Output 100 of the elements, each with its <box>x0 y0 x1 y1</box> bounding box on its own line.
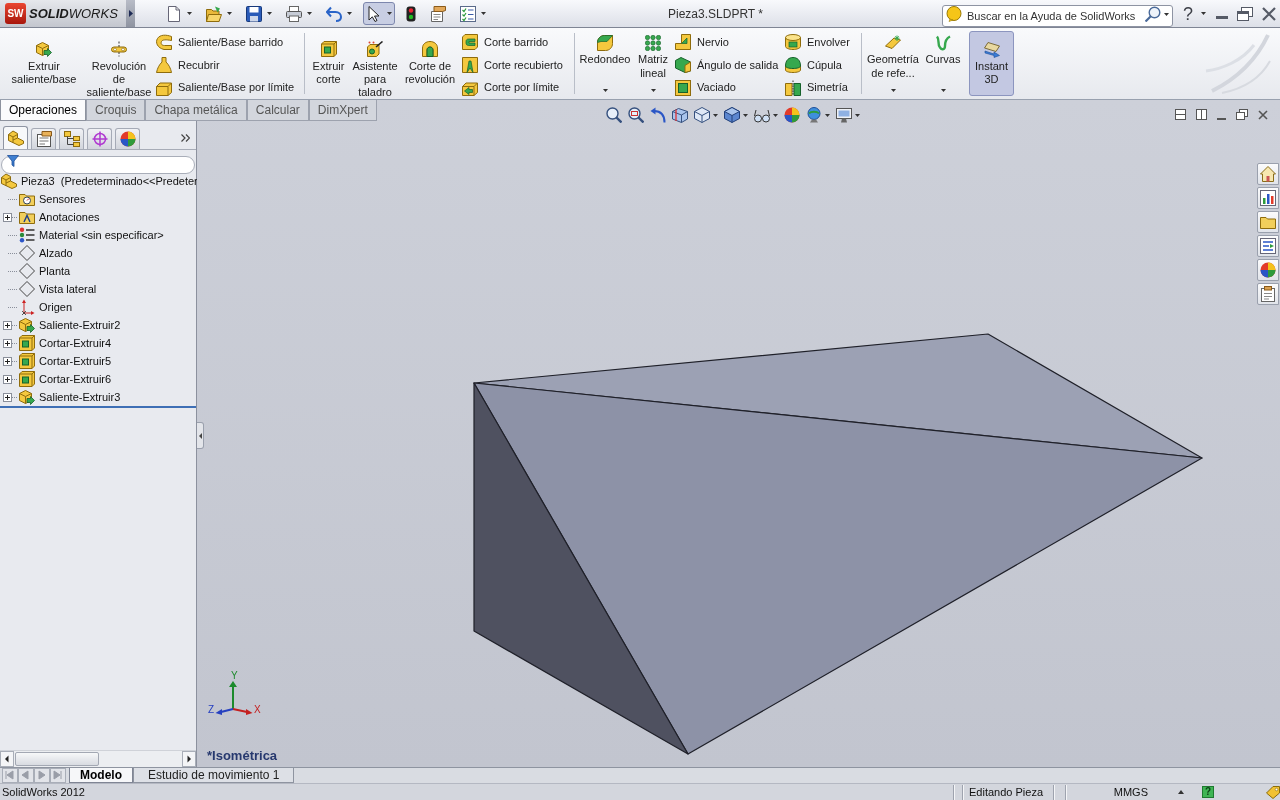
ribbon-dropdown-button[interactable]: Redondeo <box>577 28 633 99</box>
ribbon-button[interactable]: Corte barrido <box>462 31 572 54</box>
task-pane-tab[interactable] <box>1257 211 1279 233</box>
command-tab[interactable]: Calcular <box>246 100 309 121</box>
shaded-cube-icon[interactable] <box>723 107 740 123</box>
caret-down-icon[interactable] <box>824 113 830 117</box>
expand-plus-icon[interactable] <box>3 212 12 222</box>
command-tab[interactable]: Chapa metálica <box>145 100 247 121</box>
caret-down-icon[interactable] <box>267 12 272 15</box>
ribbon-button[interactable]: Extruir saliente/base <box>4 28 84 99</box>
ribbon-button[interactable]: Recubrir <box>156 53 302 77</box>
tree-item[interactable]: Saliente-Extruir2 <box>19 316 122 334</box>
panel-tab[interactable] <box>31 128 56 149</box>
section-cube-icon[interactable] <box>671 107 688 123</box>
caret-down-icon[interactable] <box>854 113 860 117</box>
ribbon-button[interactable]: Cúpula <box>785 53 859 77</box>
help-button[interactable]: ? <box>1202 786 1214 798</box>
caret-down-icon[interactable] <box>347 12 352 15</box>
caret-down-icon[interactable] <box>187 12 192 15</box>
back-arrow-icon[interactable] <box>649 107 666 123</box>
ribbon-button[interactable]: Revolución de saliente/base <box>84 28 154 99</box>
ribbon-button[interactable]: Corte por límite <box>462 76 572 99</box>
ribbon-button[interactable]: Asistente para taladro <box>350 28 400 99</box>
tree-item[interactable]: Vista lateral <box>19 280 98 298</box>
horizontal-scrollbar[interactable] <box>0 750 196 767</box>
cube-icon[interactable] <box>693 107 710 123</box>
panel-tab[interactable] <box>87 128 112 149</box>
help-search-field[interactable]: Buscar en la Ayuda de SolidWorks <box>942 4 1173 27</box>
tile-horizontal-icon[interactable] <box>1175 109 1186 120</box>
quick-access-button[interactable] <box>363 2 395 25</box>
scrollbar-thumb[interactable] <box>15 752 99 766</box>
ribbon-dropdown-button[interactable]: Geometría de refe... <box>864 28 922 99</box>
tree-item[interactable]: Cortar-Extruir6 <box>19 370 113 388</box>
double-chevron-icon[interactable] <box>181 134 190 142</box>
task-pane-tab[interactable] <box>1257 187 1279 209</box>
tree-item[interactable]: Material <sin especificar> <box>19 226 165 244</box>
tree-item[interactable]: Anotaciones <box>19 208 101 226</box>
ribbon-dropdown-button[interactable]: Curvas <box>922 28 964 99</box>
restore-icon[interactable] <box>1237 6 1253 21</box>
task-pane-tab[interactable] <box>1257 235 1279 257</box>
help-button[interactable]: ? <box>1183 4 1193 23</box>
expand-plus-icon[interactable] <box>3 392 12 402</box>
tree-item[interactable]: Saliente-Extruir3 <box>19 388 122 406</box>
filter-field[interactable] <box>1 156 195 174</box>
globe-stand-icon[interactable] <box>805 107 822 123</box>
tree-item[interactable]: Sensores <box>19 190 87 208</box>
caret-down-icon[interactable] <box>481 12 486 15</box>
minimize-icon[interactable] <box>1217 117 1226 120</box>
task-pane-tab[interactable] <box>1257 259 1279 281</box>
panel-collapse-handle[interactable] <box>197 422 204 449</box>
task-pane-tab[interactable] <box>1257 283 1279 305</box>
ribbon-button[interactable]: Simetría <box>785 76 859 99</box>
caret-down-icon[interactable] <box>1164 12 1169 16</box>
ribbon-button[interactable]: Corte recubierto <box>462 53 572 77</box>
expand-plus-icon[interactable] <box>3 338 12 348</box>
close-icon[interactable] <box>1262 6 1276 21</box>
ribbon-button[interactable]: Nervio <box>675 31 783 54</box>
command-tab[interactable]: Croquis <box>86 100 146 121</box>
expand-plus-icon[interactable] <box>3 356 12 366</box>
ribbon-button[interactable]: Saliente/Base por límite <box>156 76 302 99</box>
caret-down-icon[interactable] <box>712 113 718 117</box>
ribbon-button[interactable]: Corte de revolución <box>400 28 460 99</box>
ribbon-button[interactable]: Extruir corte <box>307 28 350 99</box>
panel-tab[interactable] <box>3 126 28 149</box>
tree-item[interactable]: Planta <box>19 262 72 280</box>
caret-up-icon[interactable] <box>1178 790 1184 794</box>
restore-icon[interactable] <box>1236 109 1248 120</box>
caret-down-icon[interactable] <box>772 113 778 117</box>
panel-tab[interactable] <box>59 128 84 149</box>
ribbon-button[interactable]: Ángulo de salida <box>675 53 783 77</box>
ribbon-dropdown-button[interactable]: Matriz lineal <box>633 28 673 99</box>
caret-down-icon[interactable] <box>742 113 748 117</box>
panel-tab[interactable] <box>115 128 140 149</box>
expand-plus-icon[interactable] <box>3 374 12 384</box>
caret-down-icon[interactable] <box>387 12 392 15</box>
ribbon-button[interactable]: Vaciado <box>675 76 783 99</box>
tile-vertical-icon[interactable] <box>1196 109 1207 120</box>
units-button[interactable]: MMGS <box>1113 783 1148 800</box>
caret-down-icon[interactable] <box>227 12 232 15</box>
expand-plus-icon[interactable] <box>3 320 12 330</box>
menu-expand-button[interactable] <box>126 0 135 27</box>
caret-down-icon[interactable] <box>1201 12 1206 15</box>
color-ball-icon[interactable] <box>783 107 800 123</box>
magnifier-frame-icon[interactable] <box>627 107 644 123</box>
tree-item[interactable]: Origen <box>19 298 74 316</box>
tree-item[interactable]: Cortar-Extruir4 <box>19 334 113 352</box>
caret-down-icon[interactable] <box>307 12 312 15</box>
tag-icon[interactable] <box>1266 785 1280 799</box>
bottom-tab[interactable]: Modelo <box>69 768 133 783</box>
command-tab[interactable]: Operaciones <box>0 100 87 121</box>
glasses-icon[interactable] <box>753 107 770 123</box>
tree-item[interactable]: Pieza3 (Predeterminado<<Predeter <box>1 172 199 190</box>
task-pane-tab[interactable] <box>1257 163 1279 185</box>
search-icon[interactable] <box>1145 5 1161 22</box>
tree-item[interactable]: Cortar-Extruir5 <box>19 352 113 370</box>
ribbon-button[interactable]: Saliente/Base barrido <box>156 31 302 54</box>
magnifier-icon[interactable] <box>605 107 622 123</box>
tree-item[interactable]: Alzado <box>19 244 74 262</box>
close-icon[interactable] <box>1258 109 1268 120</box>
monitor-icon[interactable] <box>835 107 852 123</box>
